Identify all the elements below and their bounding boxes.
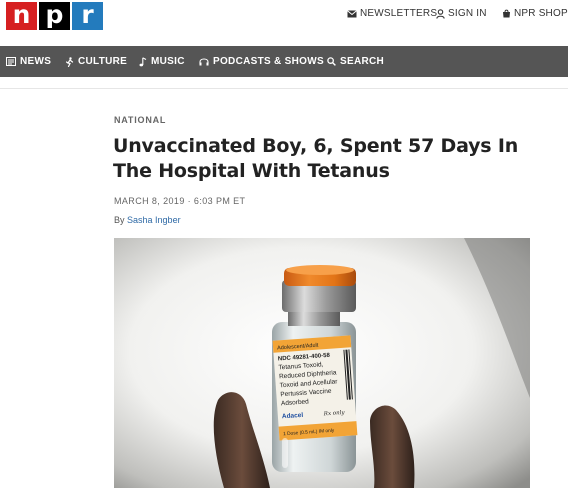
nav-label-music: MUSIC xyxy=(151,56,185,67)
nav-label-news: NEWS xyxy=(20,56,52,67)
search-icon xyxy=(327,57,336,66)
vaccine-vial: Adolescent/Adult NDC 49281-400-58 Tetanu… xyxy=(272,265,358,472)
article-photo: Adolescent/Adult NDC 49281-400-58 Tetanu… xyxy=(114,238,530,488)
nav-item-search[interactable]: SEARCH xyxy=(327,46,384,77)
logo-letter-r: r xyxy=(72,2,103,30)
nav-item-podcasts-shows[interactable]: PODCASTS & SHOWS xyxy=(199,46,324,77)
vaccine-vial-photo: Adolescent/Adult NDC 49281-400-58 Tetanu… xyxy=(114,238,530,488)
logo-letter-p: p xyxy=(39,2,70,30)
headphones-icon xyxy=(199,58,209,66)
logo-letter-n: n xyxy=(6,2,37,30)
header-divider xyxy=(0,88,568,89)
culture-icon xyxy=(66,56,74,67)
newsletters-label: NEWSLETTERS xyxy=(360,8,438,19)
news-icon xyxy=(6,57,16,66)
sign-in-link[interactable]: SIGN IN xyxy=(436,8,487,19)
envelope-icon xyxy=(347,9,357,17)
top-header: n p r NEWSLETTERS SIGN IN NPR SHOP xyxy=(0,0,568,46)
article-date: MARCH 8, 2019 · 6:03 PM ET xyxy=(114,196,246,206)
article-headline: Unvaccinated Boy, 6, Spent 57 Days In Th… xyxy=(113,135,519,182)
main-nav: NEWS CULTURE MUSIC PODCASTS & SHOWS SEAR… xyxy=(0,46,568,77)
byline-prefix: By xyxy=(114,215,125,225)
nav-label-podcasts-shows: PODCASTS & SHOWS xyxy=(213,56,324,67)
label-brand: Adacel xyxy=(282,412,304,420)
nav-label-culture: CULTURE xyxy=(78,56,128,67)
shopping-bag-icon xyxy=(503,9,510,18)
nav-label-search: SEARCH xyxy=(340,56,385,67)
sign-in-label: SIGN IN xyxy=(448,8,487,19)
user-icon xyxy=(436,8,445,19)
vial-label: Adolescent/Adult NDC 49281-400-58 Tetanu… xyxy=(272,335,358,441)
section-label[interactable]: NATIONAL xyxy=(114,115,166,125)
npr-shop-link[interactable]: NPR SHOP xyxy=(502,8,568,19)
npr-shop-label: NPR SHOP xyxy=(514,8,568,19)
byline: By Sasha Ingber xyxy=(114,215,181,225)
newsletters-link[interactable]: NEWSLETTERS xyxy=(347,8,437,19)
music-note-icon xyxy=(139,56,147,66)
nav-item-culture[interactable]: CULTURE xyxy=(66,46,127,77)
nav-item-news[interactable]: NEWS xyxy=(6,46,51,77)
npr-logo[interactable]: n p r xyxy=(6,2,103,30)
nav-item-music[interactable]: MUSIC xyxy=(139,46,185,77)
author-link[interactable]: Sasha Ingber xyxy=(127,215,181,225)
